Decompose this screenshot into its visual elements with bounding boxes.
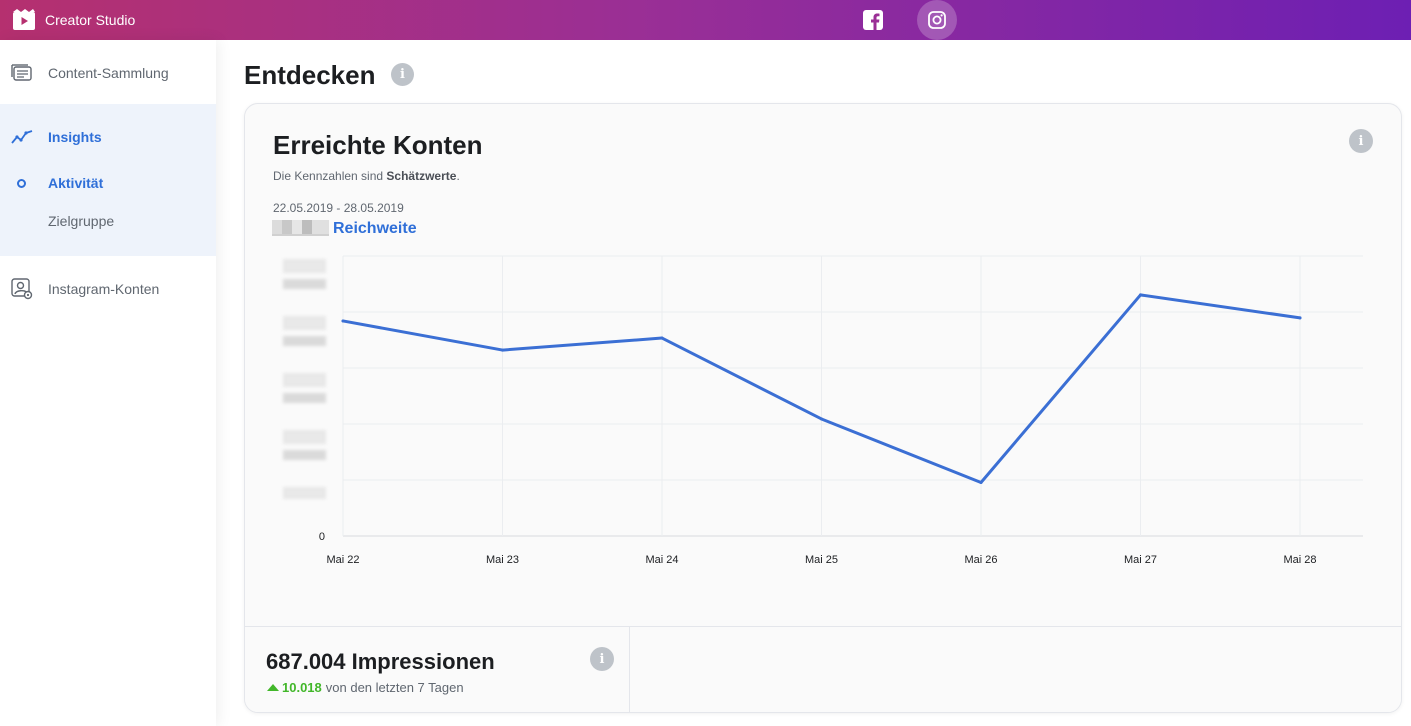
y-tick-label: 0 [319, 531, 325, 543]
facebook-icon [863, 10, 883, 30]
sidebar-item-label: Insights [48, 129, 102, 145]
x-tick-label: Mai 27 [1124, 554, 1157, 566]
creator-studio-logo-icon [13, 9, 35, 30]
delta-value: 10.018 [282, 680, 322, 695]
x-tick-label: Mai 25 [805, 554, 838, 566]
info-icon[interactable]: i [391, 63, 414, 86]
facebook-tab[interactable] [853, 0, 893, 40]
x-tick-label: Mai 24 [645, 554, 678, 566]
account-settings-icon [11, 278, 33, 300]
impressions-delta: 10.018 von den letzten 7 Tagen [267, 680, 464, 695]
sidebar-item-aktivitaet[interactable]: Aktivität [0, 174, 216, 192]
dot-icon [17, 179, 26, 188]
reach-card: Erreichte Konten i Die Kennzahlen sind S… [244, 103, 1402, 713]
instagram-tab[interactable] [917, 0, 957, 40]
sidebar-item-label: Zielgruppe [48, 213, 115, 229]
delta-text: von den letzten 7 Tagen [325, 680, 464, 695]
sidebar-item-instagram-konten[interactable]: Instagram-Konten [0, 278, 216, 300]
data-point [341, 319, 345, 323]
metrics-row: 687.004 Impressionen i 10.018 von den le… [245, 626, 1401, 712]
insights-group: Insights Aktivität Zielgruppe [0, 104, 216, 256]
instagram-icon [928, 11, 946, 29]
impressions-metric: 687.004 Impressionen i 10.018 von den le… [245, 627, 630, 712]
x-tick-label: Mai 22 [326, 554, 359, 566]
x-tick-label: Mai 23 [486, 554, 519, 566]
content-library-icon [11, 62, 33, 84]
data-point [1139, 293, 1142, 297]
sidebar: Content-Sammlung Insights Aktivität Ziel… [0, 40, 216, 726]
instagram-tab-highlight [917, 0, 957, 40]
info-icon[interactable]: i [590, 647, 614, 671]
sidebar-item-insights[interactable]: Insights [0, 126, 216, 148]
arrow-up-icon [267, 684, 279, 691]
sidebar-item-content-sammlung[interactable]: Content-Sammlung [0, 62, 216, 84]
top-bar: Creator Studio [0, 0, 1411, 40]
sidebar-item-label: Aktivität [48, 175, 104, 191]
data-point [820, 417, 823, 421]
impressions-value: 687.004 Impressionen [266, 649, 495, 674]
data-point [1298, 316, 1302, 320]
reach-line-chart: Mai 22 Mai 23 Mai 24 Mai 25 Mai 26 Mai 27 Mai … [319, 255, 1363, 566]
sidebar-item-zielgruppe[interactable]: Zielgruppe [0, 212, 216, 230]
sidebar-item-label: Content-Sammlung [48, 65, 169, 81]
page-title: Entdecken [244, 60, 376, 90]
x-tick-label: Mai 26 [964, 554, 997, 566]
data-point [660, 336, 664, 340]
data-point [979, 481, 983, 485]
data-point [501, 348, 504, 352]
brand[interactable]: Creator Studio [12, 6, 135, 34]
insights-chart-icon [11, 126, 33, 148]
sidebar-item-label: Instagram-Konten [48, 281, 160, 297]
app-name: Creator Studio [45, 12, 136, 28]
x-tick-label: Mai 28 [1283, 554, 1316, 566]
